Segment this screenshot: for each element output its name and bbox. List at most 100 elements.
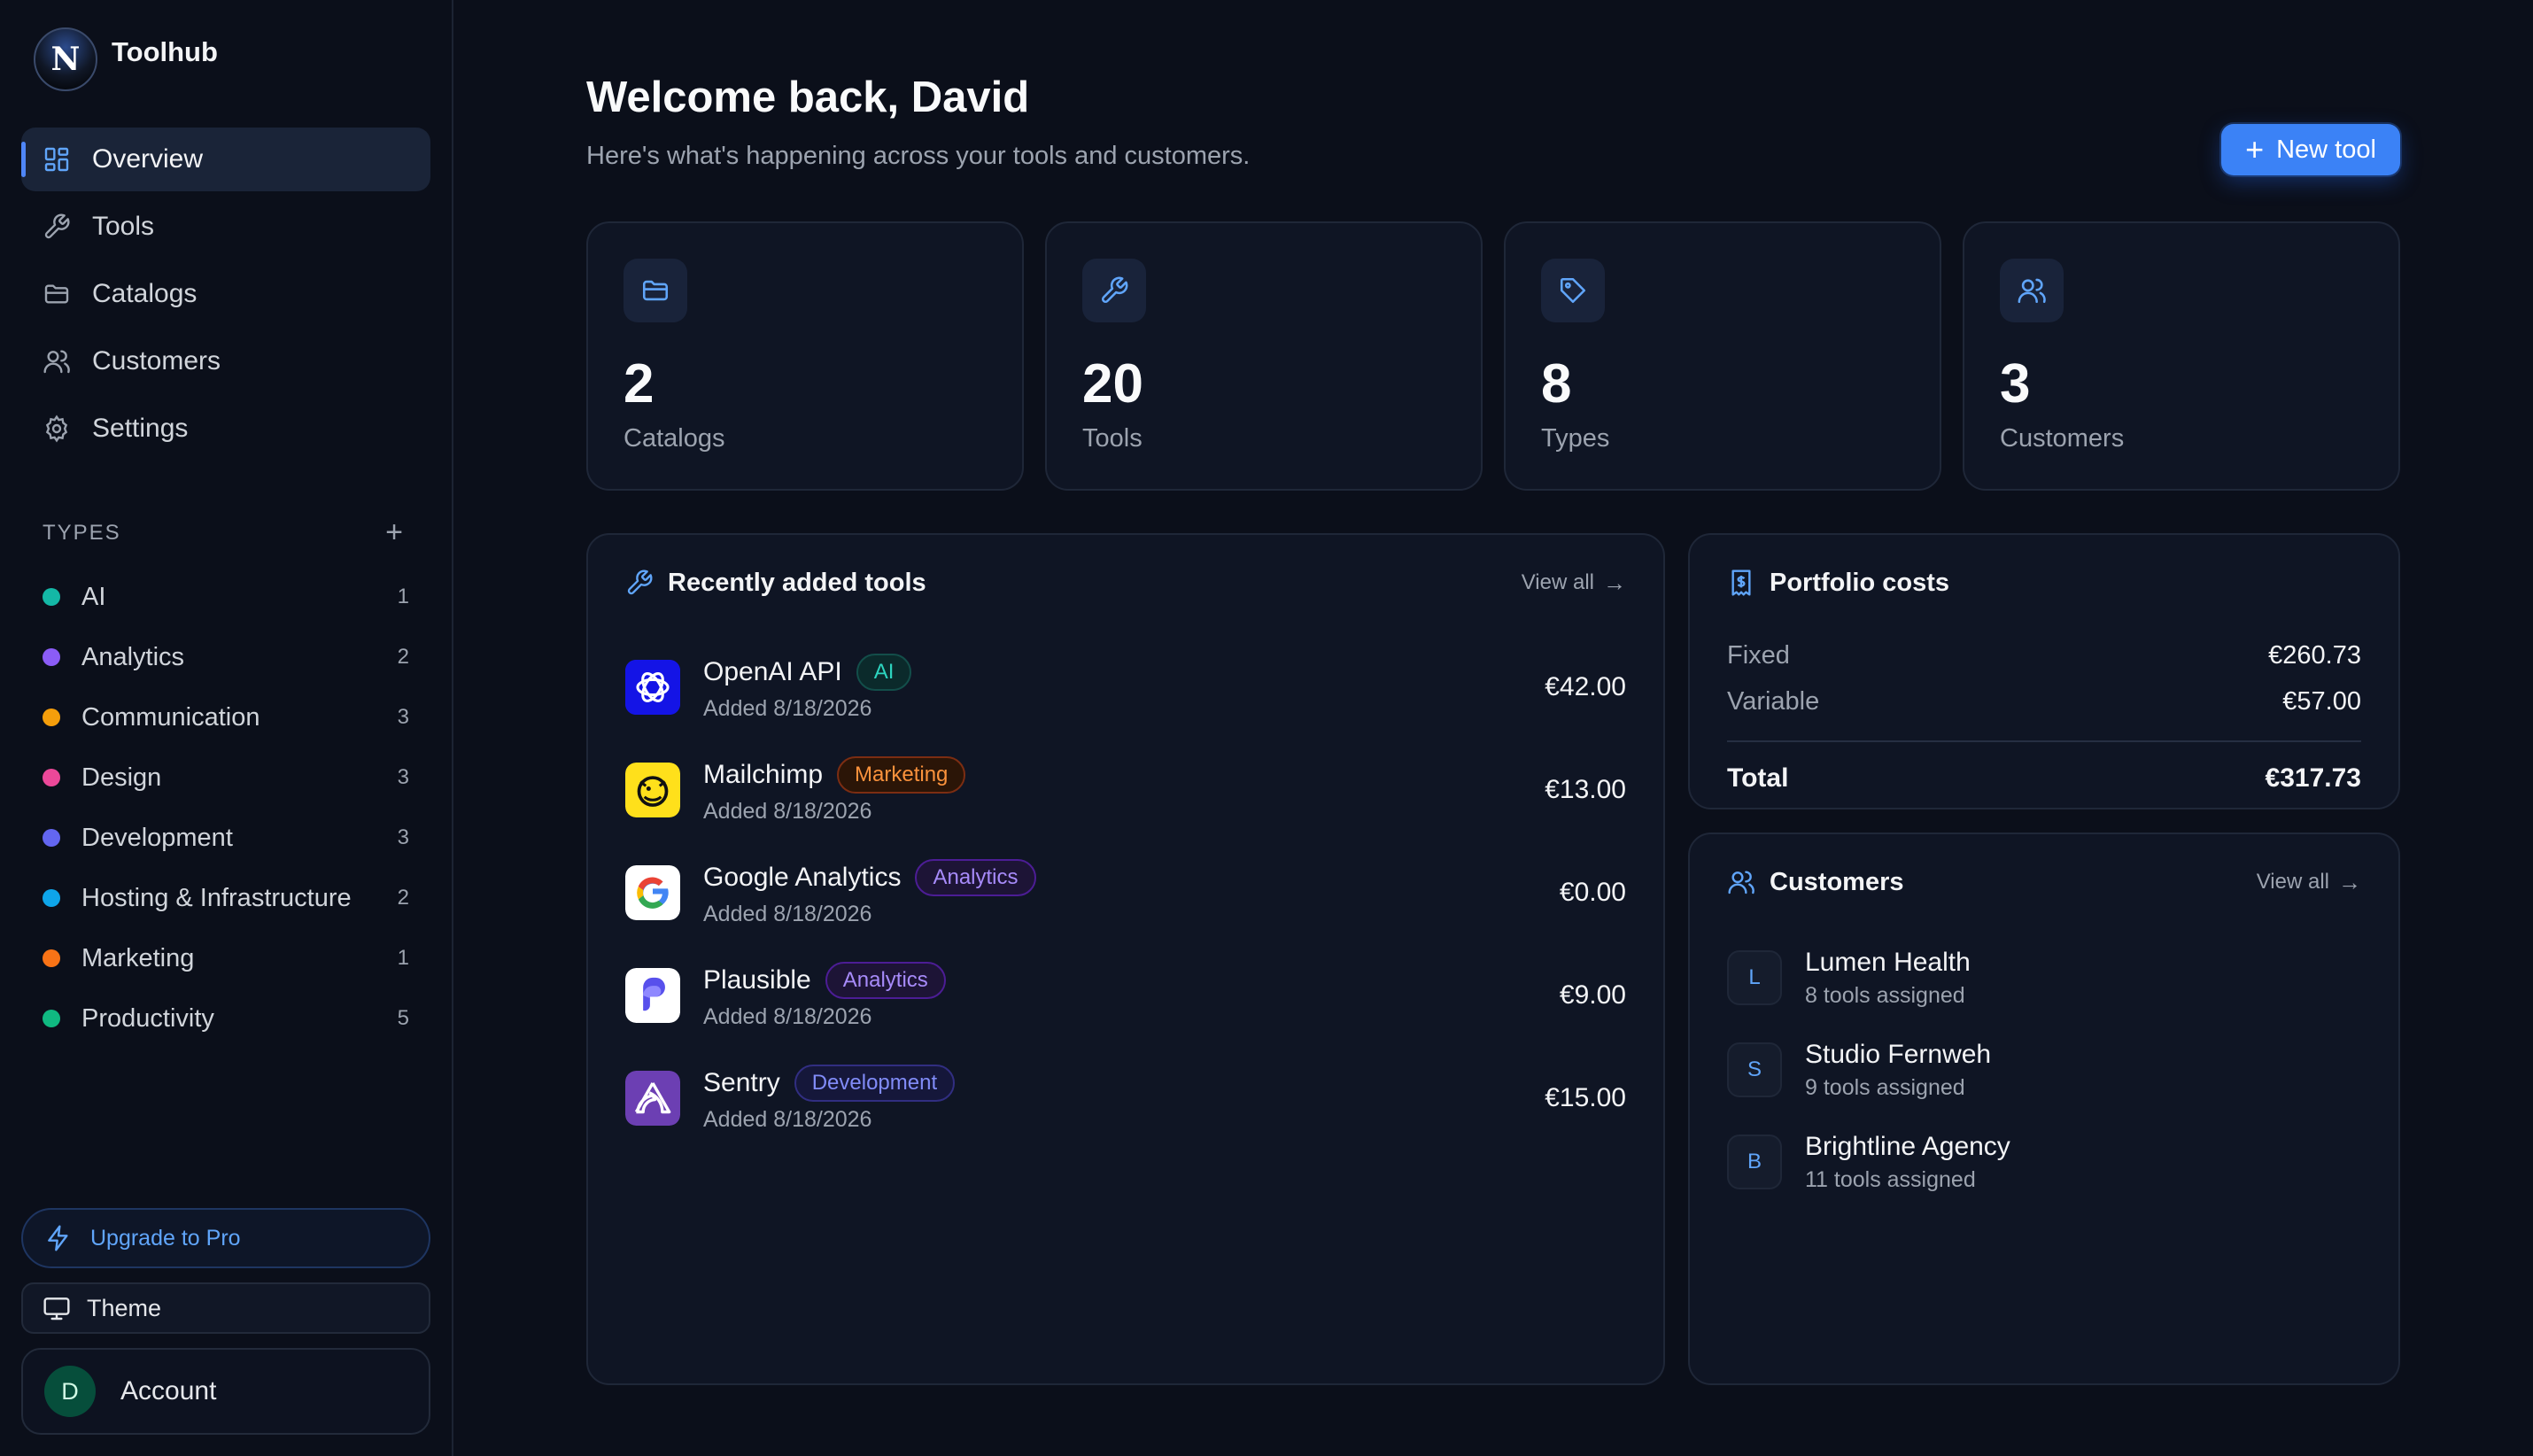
- types-header: TYPES +: [21, 515, 430, 551]
- type-badge: AI: [856, 653, 912, 691]
- type-label: Design: [81, 763, 162, 792]
- stat-label: Tools: [1082, 424, 1143, 453]
- nav-label: Catalogs: [92, 279, 198, 308]
- stat-card-tools[interactable]: 20 Tools: [1045, 221, 1483, 491]
- cost-row-variable: Variable €57.00: [1727, 678, 2361, 724]
- nav-label: Overview: [92, 144, 204, 174]
- brand[interactable]: N Toolhub: [21, 0, 430, 113]
- tool-price: €15.00: [1545, 1083, 1626, 1112]
- nav-item-settings[interactable]: Settings: [21, 397, 430, 461]
- type-item-development[interactable]: Development 3: [21, 808, 430, 868]
- new-tool-label: New tool: [2276, 135, 2376, 164]
- tool-info: OpenAI API AI Added 8/18/2026: [703, 653, 1545, 722]
- nav-label: Settings: [92, 414, 189, 443]
- tool-price: €0.00: [1559, 878, 1626, 907]
- customer-row[interactable]: L Lumen Health 8 tools assigned: [1727, 932, 2361, 1024]
- recent-tools-panel: Recently added tools View all → OpenAI A…: [586, 533, 1665, 1385]
- type-item-design[interactable]: Design 3: [21, 747, 430, 808]
- portfolio-costs-panel: Portfolio costs Fixed €260.73 Variable €…: [1688, 533, 2400, 809]
- type-count: 1: [397, 946, 409, 970]
- grid-icon: [43, 145, 71, 174]
- nav-label: Customers: [92, 346, 221, 376]
- panel-title: Customers: [1770, 867, 1904, 896]
- type-item-productivity[interactable]: Productivity 5: [21, 988, 430, 1049]
- stat-value: 8: [1541, 353, 1572, 414]
- type-label: AI: [81, 582, 106, 611]
- type-item-marketing[interactable]: Marketing 1: [21, 928, 430, 988]
- type-count: 3: [397, 705, 409, 729]
- account-button[interactable]: D Account: [21, 1348, 430, 1435]
- panel-header: Recently added tools View all →: [625, 567, 1626, 599]
- new-tool-button[interactable]: + New tool: [2221, 124, 2400, 175]
- type-item-communication[interactable]: Communication 3: [21, 687, 430, 747]
- tool-name: OpenAI API: [703, 656, 842, 686]
- add-type-button[interactable]: +: [381, 517, 409, 547]
- view-all-tools-link[interactable]: View all →: [1522, 569, 1626, 597]
- type-item-ai[interactable]: AI 1: [21, 567, 430, 627]
- type-color-dot: [43, 769, 60, 786]
- wrench-icon: [627, 569, 653, 595]
- tool-info: Google Analytics Analytics Added 8/18/20…: [703, 858, 1560, 927]
- page-title: Welcome back, David: [586, 74, 1030, 121]
- type-color-dot: [43, 648, 60, 666]
- type-color-dot: [43, 709, 60, 726]
- stat-value: 3: [2000, 353, 2031, 414]
- tool-added-date: Added 8/18/2026: [703, 695, 872, 721]
- type-item-analytics[interactable]: Analytics 2: [21, 627, 430, 687]
- customer-row[interactable]: S Studio Fernweh 9 tools assigned: [1727, 1024, 2361, 1116]
- wrench-icon: [43, 213, 71, 241]
- view-all-customers-link[interactable]: View all →: [2257, 869, 2361, 896]
- type-badge: Analytics: [915, 858, 1036, 896]
- type-label: Productivity: [81, 1003, 214, 1033]
- main-content: Welcome back, David Here's what's happen…: [453, 0, 2533, 1456]
- customer-list: L Lumen Health 8 tools assigned S Studio…: [1727, 932, 2361, 1208]
- right-column: Portfolio costs Fixed €260.73 Variable €…: [1688, 533, 2400, 1385]
- sidebar-footer: Upgrade to Pro Theme D Account: [21, 1208, 430, 1435]
- avatar: L: [1727, 950, 1782, 1005]
- stat-card-customers[interactable]: 3 Customers: [1963, 221, 2400, 491]
- upgrade-button[interactable]: Upgrade to Pro: [21, 1208, 430, 1268]
- type-count: 3: [397, 825, 409, 849]
- type-color-dot: [43, 588, 60, 606]
- tool-price: €13.00: [1545, 775, 1626, 804]
- nav-item-tools[interactable]: Tools: [21, 195, 430, 259]
- nav-label: Tools: [92, 212, 155, 241]
- theme-button[interactable]: Theme: [21, 1282, 430, 1334]
- cost-value: €57.00: [2282, 686, 2361, 716]
- customer-row[interactable]: B Brightline Agency 11 tools assigned: [1727, 1116, 2361, 1208]
- type-item-hosting[interactable]: Hosting & Infrastructure 2: [21, 868, 430, 928]
- nav-item-catalogs[interactable]: Catalogs: [21, 262, 430, 326]
- arrow-right-icon: →: [2338, 868, 2361, 895]
- stat-card-catalogs[interactable]: 2 Catalogs: [586, 221, 1024, 491]
- type-label: Analytics: [81, 642, 185, 671]
- tool-name: Sentry: [703, 1067, 780, 1097]
- type-label: Development: [81, 823, 233, 852]
- stat-card-types[interactable]: 8 Types: [1504, 221, 1941, 491]
- stat-label: Types: [1541, 424, 1610, 453]
- tool-info: Mailchimp Marketing Added 8/18/2026: [703, 755, 1545, 825]
- tool-row[interactable]: Plausible Analytics Added 8/18/2026 €9.0…: [625, 944, 1626, 1047]
- cost-label: Fixed: [1727, 640, 1790, 670]
- tool-row[interactable]: Sentry Development Added 8/18/2026 €15.0…: [625, 1047, 1626, 1150]
- tag-icon: [1541, 259, 1605, 322]
- nav-item-customers[interactable]: Customers: [21, 329, 430, 393]
- customer-name: Brightline Agency: [1805, 1131, 2010, 1161]
- nav-item-overview[interactable]: Overview: [21, 128, 430, 191]
- type-badge: Analytics: [825, 961, 946, 999]
- folder-icon: [624, 259, 687, 322]
- app-logo: N: [34, 27, 97, 91]
- cost-value: €317.73: [2265, 763, 2361, 793]
- tool-row[interactable]: OpenAI API AI Added 8/18/2026 €42.00: [625, 636, 1626, 739]
- tool-row[interactable]: Google Analytics Analytics Added 8/18/20…: [625, 841, 1626, 944]
- mailchimp-logo: [625, 763, 680, 817]
- panel-title: Portfolio costs: [1770, 568, 1950, 597]
- tool-added-date: Added 8/18/2026: [703, 1003, 872, 1029]
- tool-name: Plausible: [703, 964, 811, 995]
- users-icon: [1728, 871, 1755, 895]
- type-count: 1: [397, 585, 409, 608]
- tool-name: Google Analytics: [703, 862, 902, 892]
- tool-info: Sentry Development Added 8/18/2026: [703, 1064, 1545, 1133]
- tool-row[interactable]: Mailchimp Marketing Added 8/18/2026 €13.…: [625, 739, 1626, 841]
- type-color-dot: [43, 889, 60, 907]
- type-label: Marketing: [81, 943, 195, 972]
